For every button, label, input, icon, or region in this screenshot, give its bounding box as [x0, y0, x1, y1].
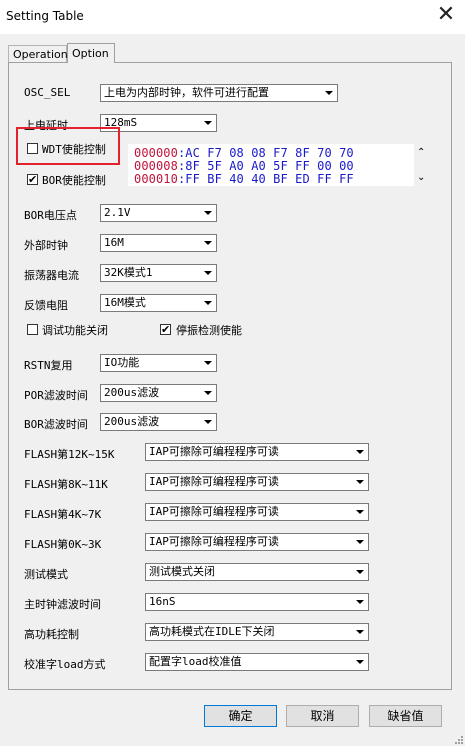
scroll-up-icon[interactable]: ⌃: [417, 147, 425, 158]
rstn-label: RSTN复用: [24, 359, 73, 372]
debug-off-label: 调试功能关闭: [42, 324, 108, 337]
osc-sel-select[interactable]: 上电为内部时钟，软件可进行配置: [100, 84, 338, 102]
chevron-down-icon[interactable]: [352, 474, 368, 490]
hex-scrollbar[interactable]: ⌃ ⌄: [414, 144, 430, 186]
chevron-down-icon[interactable]: [200, 265, 216, 281]
hex-line: 000008:8F 5F A0 A0 5F FF 00 00: [134, 159, 354, 173]
ext-clock-select[interactable]: 16M: [100, 234, 217, 252]
high-power-label: 高功耗控制: [24, 628, 79, 641]
flash-0k-select[interactable]: IAP可擦除可编程程序可读: [145, 533, 369, 551]
stop-detect-label: 停振检测使能: [176, 324, 242, 337]
chevron-down-icon[interactable]: [352, 594, 368, 610]
title-bar: Setting Table ✕: [0, 0, 465, 34]
chevron-down-icon[interactable]: [352, 504, 368, 520]
bor-enable-checkbox[interactable]: ✔: [27, 174, 38, 185]
high-power-select[interactable]: 高功耗模式在IDLE下关闭: [145, 623, 369, 641]
chevron-down-icon[interactable]: [200, 235, 216, 251]
main-clk-filter-label: 主时钟滤波时间: [24, 598, 101, 611]
chevron-down-icon[interactable]: [352, 654, 368, 670]
debug-off-checkbox[interactable]: [27, 324, 38, 335]
bor-filter-select[interactable]: 200us滤波: [100, 413, 217, 431]
flash-8k-select[interactable]: IAP可擦除可编程程序可读: [145, 473, 369, 491]
cal-load-label: 校准字load方式: [24, 658, 106, 671]
cal-load-select[interactable]: 配置字load校准值: [145, 653, 369, 671]
chevron-down-icon[interactable]: [200, 355, 216, 371]
flash-12k-select[interactable]: IAP可擦除可编程程序可读: [145, 443, 369, 461]
bor-voltage-select[interactable]: 2.1V: [100, 204, 217, 222]
feedback-res-select[interactable]: 16M模式: [100, 294, 217, 312]
osc-current-select[interactable]: 32K模式1: [100, 264, 217, 282]
test-mode-label: 测试模式: [24, 568, 68, 581]
por-filter-label: POR滤波时间: [24, 389, 88, 402]
bor-filter-label: BOR滤波时间: [24, 418, 88, 431]
flash-12k-label: FLASH第12K~15K: [24, 448, 115, 461]
cancel-button[interactable]: 取消: [286, 705, 359, 727]
rstn-select[interactable]: IO功能: [100, 354, 217, 372]
osc-current-label: 振荡器电流: [24, 269, 79, 282]
scroll-down-icon[interactable]: ⌄: [417, 172, 425, 183]
chevron-down-icon[interactable]: [200, 205, 216, 221]
flash-0k-label: FLASH第0K~3K: [24, 538, 102, 551]
bor-voltage-label: BOR电压点: [24, 209, 77, 222]
chevron-down-icon[interactable]: [200, 295, 216, 311]
chevron-down-icon[interactable]: [321, 85, 337, 101]
chevron-down-icon[interactable]: [200, 115, 216, 131]
chevron-down-icon[interactable]: [352, 444, 368, 460]
hex-line: 000000:AC F7 08 08 F7 8F 70 70: [134, 146, 354, 160]
chevron-down-icon[interactable]: [352, 624, 368, 640]
chevron-down-icon[interactable]: [200, 385, 216, 401]
osc-sel-label: OSC_SEL: [24, 86, 71, 99]
por-filter-select[interactable]: 200us滤波: [100, 384, 217, 402]
feedback-res-label: 反馈电阻: [24, 299, 68, 312]
close-icon[interactable]: ✕: [431, 2, 461, 30]
highlight-box: [16, 127, 120, 165]
test-mode-select[interactable]: 测试模式关闭: [145, 563, 369, 581]
flash-4k-select[interactable]: IAP可擦除可编程程序可读: [145, 503, 369, 521]
default-button[interactable]: 缺省值: [369, 705, 442, 727]
flash-8k-label: FLASH第8K~11K: [24, 478, 108, 491]
tab-operation[interactable]: Operation: [8, 45, 68, 63]
ext-clock-label: 外部时钟: [24, 239, 68, 252]
window-title: Setting Table: [6, 9, 84, 23]
resize-grip-icon[interactable]: [453, 734, 463, 744]
tab-option[interactable]: Option: [67, 43, 115, 63]
main-clk-filter-select[interactable]: 16nS: [145, 593, 369, 611]
hex-view[interactable]: 000000:AC F7 08 08 F7 8F 70 70 000008:8F…: [128, 144, 414, 186]
ok-button[interactable]: 确定: [204, 705, 277, 727]
chevron-down-icon[interactable]: [352, 534, 368, 550]
stop-detect-checkbox[interactable]: ✔: [160, 324, 171, 335]
chevron-down-icon[interactable]: [352, 564, 368, 580]
hex-line: 000010:FF BF 40 40 BF ED FF FF: [134, 172, 354, 186]
chevron-down-icon[interactable]: [200, 414, 216, 430]
flash-4k-label: FLASH第4K~7K: [24, 508, 102, 521]
bor-enable-label: BOR使能控制: [42, 174, 106, 187]
